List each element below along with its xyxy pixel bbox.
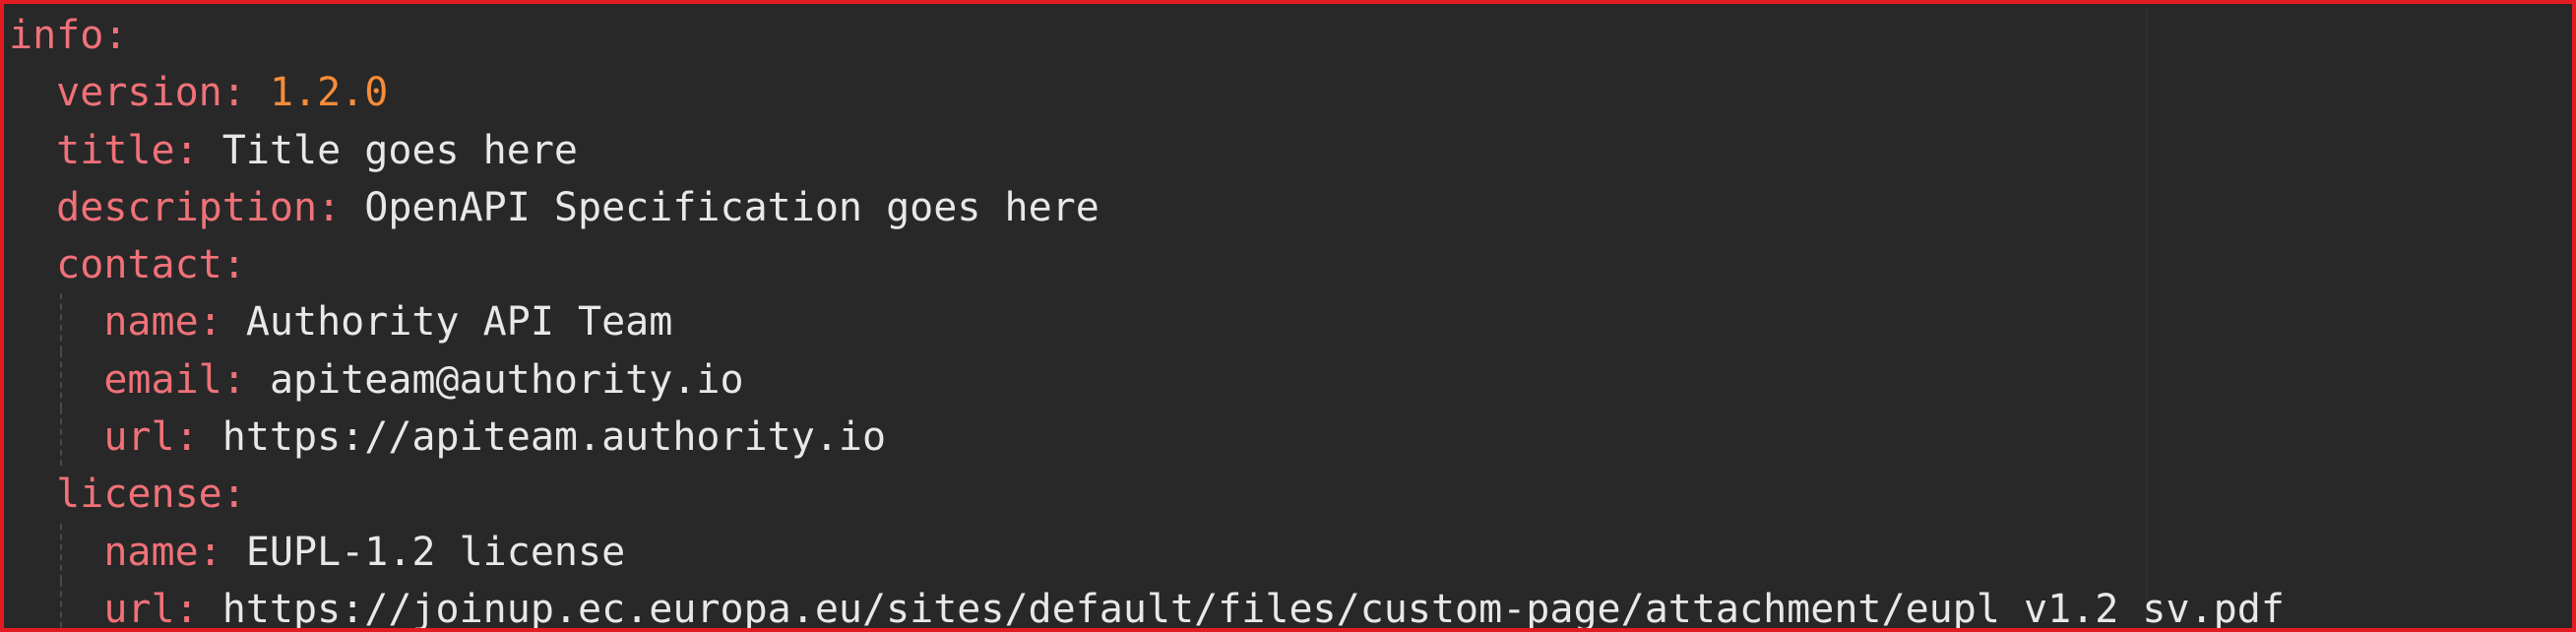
yaml-key: license <box>56 472 222 518</box>
colon: : <box>317 184 342 230</box>
yaml-key: url <box>103 586 175 632</box>
yaml-key: name <box>103 529 199 575</box>
yaml-key: email <box>103 356 222 403</box>
code-line: name: Authority API Team <box>9 293 2285 351</box>
colon: : <box>174 586 199 632</box>
indent-guide <box>60 580 63 628</box>
colon: : <box>174 414 199 461</box>
colon: : <box>221 472 246 518</box>
code-line: description: OpenAPI Specification goes … <box>9 179 2285 236</box>
code-editor-frame: info: version: 1.2.0 title: Title goes h… <box>0 0 2576 632</box>
yaml-key: url <box>103 414 175 461</box>
code-line: info: <box>9 7 2285 64</box>
code-line: title: Title goes here <box>9 122 2285 179</box>
code-line: version: 1.2.0 <box>9 64 2285 121</box>
yaml-key: title <box>56 127 175 173</box>
indent-guide <box>60 350 63 410</box>
colon: : <box>198 299 222 346</box>
yaml-value: https://joinup.ec.europa.eu/sites/defaul… <box>221 586 2285 632</box>
colon: : <box>221 70 246 116</box>
yaml-key: info <box>9 13 104 58</box>
code-line: url: https://joinup.ec.europa.eu/sites/d… <box>9 580 2285 632</box>
code-line: email: apiteam@authority.io <box>9 350 2285 410</box>
colon: : <box>198 529 222 575</box>
indent-guide <box>60 293 63 351</box>
yaml-value: Authority API Team <box>245 299 673 346</box>
yaml-code-block[interactable]: info: version: 1.2.0 title: Title goes h… <box>9 7 2285 632</box>
colon: : <box>221 242 246 288</box>
colon: : <box>174 127 199 173</box>
yaml-key: version <box>56 70 222 116</box>
code-line: license: <box>9 466 2285 523</box>
yaml-value: 1.2.0 <box>269 70 389 116</box>
code-line: name: EUPL-1.2 license <box>9 523 2285 581</box>
indent-guide <box>60 409 63 467</box>
colon: : <box>103 13 128 58</box>
yaml-key: name <box>103 299 199 346</box>
indent-guide <box>60 523 63 581</box>
yaml-key: description <box>56 184 318 230</box>
yaml-value: EUPL-1.2 license <box>245 529 626 575</box>
yaml-value: https://apiteam.authority.io <box>221 414 887 461</box>
yaml-value: OpenAPI Specification goes here <box>364 184 1100 230</box>
colon: : <box>221 356 246 403</box>
yaml-key: contact <box>56 242 222 288</box>
code-line: url: https://apiteam.authority.io <box>9 409 2285 467</box>
yaml-value: apiteam@authority.io <box>269 356 744 403</box>
code-line: contact: <box>9 236 2285 293</box>
yaml-value: Title goes here <box>221 127 579 173</box>
